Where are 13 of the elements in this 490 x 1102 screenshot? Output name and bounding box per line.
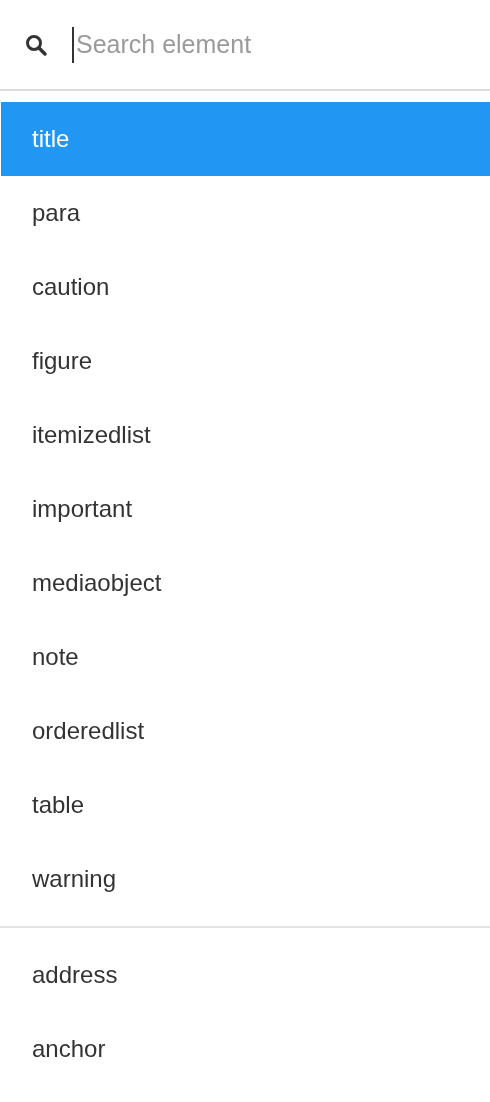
list-item[interactable]: warning <box>1 842 490 916</box>
list-item[interactable]: caution <box>1 250 490 324</box>
list-item[interactable]: para <box>1 176 490 250</box>
list-item[interactable]: figure <box>1 324 490 398</box>
list-item[interactable]: table <box>1 768 490 842</box>
list-item[interactable]: anchor <box>1 1012 490 1086</box>
list-item[interactable]: orderedlist <box>1 694 490 768</box>
list-item[interactable]: address <box>1 938 490 1012</box>
list-item[interactable]: note <box>1 620 490 694</box>
list-item[interactable]: mediaobject <box>1 546 490 620</box>
list-item[interactable]: itemizedlist <box>1 398 490 472</box>
search-icon <box>24 32 48 57</box>
list-item[interactable]: important <box>1 472 490 546</box>
